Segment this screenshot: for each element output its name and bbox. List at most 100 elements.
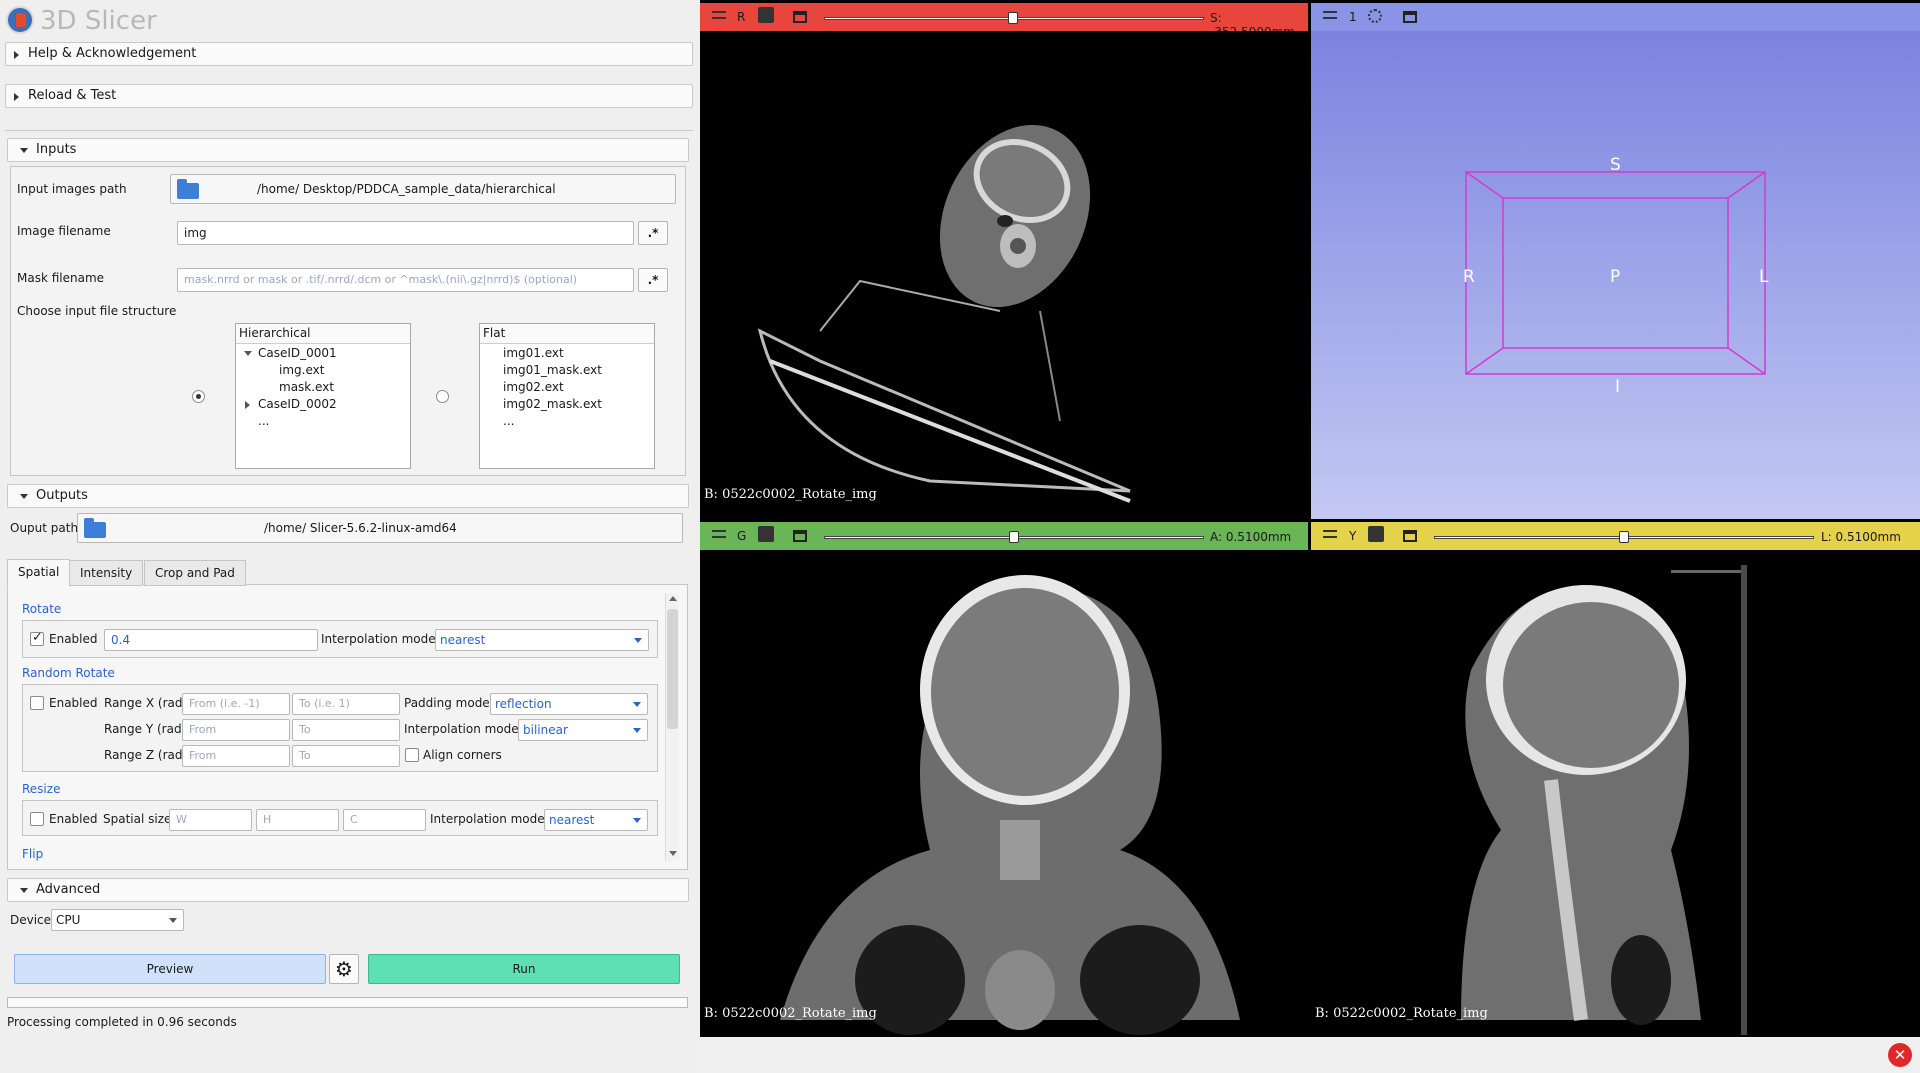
outputs-section-title: Outputs bbox=[36, 488, 88, 503]
yellow-slice-view[interactable]: B: 0522c0002_Rotate_img bbox=[1311, 550, 1920, 1037]
rotate-interp-select[interactable]: nearest bbox=[435, 629, 649, 651]
green-slice-offset: A: 0.5100mm bbox=[1210, 530, 1292, 544]
error-log-icon[interactable]: ✕ bbox=[1888, 1043, 1912, 1067]
yellow-view-controller[interactable]: Y L: 0.5100mm bbox=[1311, 522, 1920, 550]
rotate-interp-value: nearest bbox=[440, 633, 486, 647]
range-x-label: Range X (rad) bbox=[104, 696, 188, 710]
threed-view-controller[interactable]: 1 bbox=[1311, 3, 1920, 31]
inputs-section-header[interactable]: Inputs bbox=[7, 138, 689, 162]
tab-spatial[interactable]: Spatial bbox=[7, 559, 71, 586]
resize-interp-value: nearest bbox=[549, 813, 595, 827]
advanced-section-header[interactable]: Advanced bbox=[7, 878, 689, 902]
threed-view[interactable]: S I R L P bbox=[1311, 31, 1920, 519]
pin-icon[interactable] bbox=[1323, 530, 1337, 538]
resize-enabled-checkbox[interactable] bbox=[30, 812, 44, 826]
pin-icon[interactable] bbox=[712, 11, 726, 19]
red-slice-view[interactable]: B: 0522c0002_Rotate_img bbox=[700, 31, 1308, 519]
collapse-arrow-icon bbox=[20, 148, 28, 153]
status-text: Processing completed in 0.96 seconds bbox=[7, 1015, 237, 1029]
input-images-path-field[interactable]: /home/ Desktop/PDDCA_sample_data/hierarc… bbox=[170, 174, 676, 204]
size-w-input[interactable]: W bbox=[169, 809, 252, 831]
align-corners-checkbox[interactable] bbox=[405, 748, 419, 762]
maximize-view-icon[interactable] bbox=[1403, 11, 1417, 23]
red-view-letter: R bbox=[737, 10, 746, 24]
rr-interp-select[interactable]: bilinear bbox=[518, 719, 648, 741]
gear-icon: ⚙ bbox=[335, 957, 353, 981]
size-h-input[interactable]: H bbox=[256, 809, 339, 831]
scroll-down-icon[interactable] bbox=[669, 851, 677, 856]
run-button[interactable]: Run bbox=[368, 954, 680, 984]
tree-item: ... bbox=[258, 414, 270, 428]
output-path-field[interactable]: /home/ Slicer-5.6.2-linux-amd64 bbox=[77, 513, 683, 543]
rotate-interp-label: Interpolation mode bbox=[321, 632, 436, 646]
tab-intensity[interactable]: Intensity bbox=[69, 560, 144, 586]
tree-expand-icon bbox=[244, 351, 252, 356]
pin-icon[interactable] bbox=[712, 530, 726, 538]
reload-section-header[interactable]: Reload & Test bbox=[5, 84, 693, 108]
scroll-up-icon[interactable] bbox=[669, 596, 677, 601]
flip-title: Flip bbox=[22, 847, 44, 861]
resize-interp-select[interactable]: nearest bbox=[544, 809, 648, 831]
link-icon[interactable] bbox=[758, 7, 774, 23]
rotate-enabled-checkbox[interactable] bbox=[30, 630, 44, 646]
settings-button[interactable]: ⚙ bbox=[329, 954, 359, 984]
range-z-from-input[interactable]: From bbox=[182, 745, 290, 767]
range-y-from-input[interactable]: From bbox=[182, 719, 290, 741]
mask-regex-button[interactable]: .* bbox=[638, 268, 668, 292]
help-section-header[interactable]: Help & Acknowledgement bbox=[5, 42, 693, 66]
range-x-from-input[interactable]: From (i.e. -1) bbox=[182, 693, 290, 715]
yellow-view-letter: Y bbox=[1349, 529, 1357, 543]
green-slice-view[interactable]: B: 0522c0002_Rotate_img bbox=[700, 550, 1308, 1037]
flat-list: Flat img01.ext img01_mask.ext img02.ext … bbox=[479, 323, 655, 469]
random-rotate-title: Random Rotate bbox=[22, 666, 115, 680]
device-select[interactable]: CPU bbox=[51, 909, 184, 931]
chevron-down-icon bbox=[634, 638, 642, 643]
padding-mode-label: Padding mode bbox=[404, 696, 490, 710]
device-value: CPU bbox=[56, 913, 81, 927]
mask-filename-input[interactable]: mask.nrrd or mask or .tif/.nrrd/.dcm or … bbox=[177, 268, 634, 292]
coronal-ct-image bbox=[780, 575, 1240, 1035]
range-y-to-input[interactable]: To bbox=[292, 719, 400, 741]
image-regex-button[interactable]: .* bbox=[638, 221, 668, 245]
red-view-controller[interactable]: R S: -352.5000mm bbox=[700, 3, 1308, 39]
maximize-view-icon[interactable] bbox=[1403, 530, 1417, 542]
tab-crop-and-pad[interactable]: Crop and Pad bbox=[144, 560, 246, 586]
preview-button[interactable]: Preview bbox=[14, 954, 326, 984]
green-view-controller[interactable]: G A: 0.5100mm bbox=[700, 522, 1308, 550]
random-rotate-enabled-checkbox[interactable] bbox=[30, 696, 44, 710]
structure-label: Choose input file structure bbox=[17, 304, 177, 318]
chevron-down-icon bbox=[633, 818, 641, 823]
scrollbar[interactable] bbox=[665, 593, 679, 861]
rotate-enabled-label: Enabled bbox=[49, 632, 98, 646]
yellow-slice-slider-handle[interactable] bbox=[1619, 531, 1629, 543]
list-item: ... bbox=[503, 414, 515, 428]
size-c-input[interactable]: C bbox=[343, 809, 426, 831]
outputs-section-header[interactable]: Outputs bbox=[7, 484, 689, 508]
view-settings-icon[interactable] bbox=[1368, 9, 1382, 23]
chevron-down-icon bbox=[633, 702, 641, 707]
folder-icon bbox=[177, 179, 199, 199]
link-icon[interactable] bbox=[1368, 526, 1384, 542]
scroll-thumb[interactable] bbox=[667, 609, 678, 729]
input-images-path-value: /home/ Desktop/PDDCA_sample_data/hierarc… bbox=[257, 182, 556, 196]
rotate-angle-input[interactable]: 0.4 bbox=[104, 629, 318, 651]
range-z-to-input[interactable]: To bbox=[292, 745, 400, 767]
hierarchical-radio[interactable] bbox=[192, 390, 205, 403]
flat-radio[interactable] bbox=[436, 390, 449, 403]
tree-item: mask.ext bbox=[279, 380, 335, 394]
maximize-view-icon[interactable] bbox=[793, 530, 807, 542]
range-x-to-input[interactable]: To (i.e. 1) bbox=[292, 693, 400, 715]
inputs-section-title: Inputs bbox=[36, 142, 77, 157]
collapse-arrow-icon bbox=[20, 888, 28, 893]
image-filename-input[interactable]: img bbox=[177, 221, 634, 245]
pin-icon[interactable] bbox=[1323, 11, 1337, 19]
device-label: Device bbox=[10, 913, 52, 927]
output-path-label: Ouput path bbox=[10, 521, 79, 535]
maximize-view-icon[interactable] bbox=[793, 11, 807, 23]
green-slice-slider-handle[interactable] bbox=[1009, 531, 1019, 543]
red-slice-slider-handle[interactable] bbox=[1008, 12, 1018, 24]
app-title: 3D Slicer bbox=[40, 6, 157, 36]
link-icon[interactable] bbox=[758, 526, 774, 542]
resize-interp-label: Interpolation mode bbox=[430, 812, 545, 826]
padding-mode-select[interactable]: reflection bbox=[490, 693, 648, 715]
